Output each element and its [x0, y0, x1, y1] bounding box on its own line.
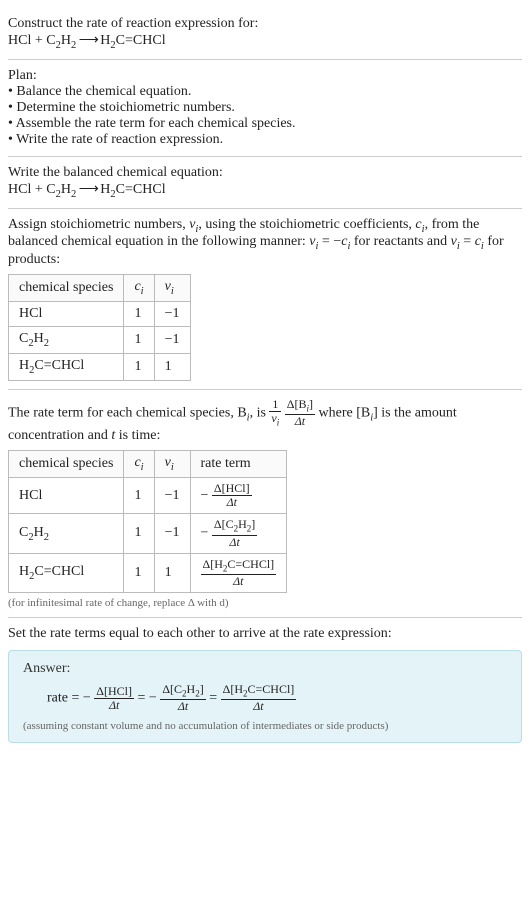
col-nui: νi — [154, 275, 190, 302]
answer-expression: rate = − Δ[HCl] Δt = − Δ[C2H2] Δt = Δ[H2… — [23, 683, 507, 713]
stoich-intro: Assign stoichiometric numbers, νi, using… — [8, 217, 522, 269]
col-ci: ci — [124, 275, 154, 302]
fraction: Δ[H2C=CHCl] Δt — [201, 558, 277, 588]
balanced-equation: HCl + C2H2 ⟶ H2C=CHCl — [8, 181, 522, 200]
stoich-table: chemical species ci νi HCl 1 −1 C2H2 1 −… — [8, 274, 191, 380]
plan-item: • Balance the chemical equation. — [8, 84, 522, 100]
rate-term-note: (for infinitesimal rate of change, repla… — [8, 597, 522, 609]
balanced-heading: Write the balanced chemical equation: — [8, 165, 522, 181]
rate-term-table: chemical species ci νi rate term HCl 1 −… — [8, 450, 287, 593]
fraction: Δ[HCl] Δt — [94, 685, 134, 712]
table-row: H2C=CHCl 1 1 Δ[H2C=CHCl] Δt — [9, 553, 287, 592]
species-h2cchcl: H2C=CHCl — [100, 33, 165, 48]
plan-item: • Write the rate of reaction expression. — [8, 132, 522, 148]
table-header-row: chemical species ci νi — [9, 275, 191, 302]
species-hcl: HCl — [8, 33, 31, 48]
table-row: C2H2 1 −1 — [9, 326, 191, 353]
balanced-section: Write the balanced chemical equation: HC… — [8, 157, 522, 209]
arrow-icon: ⟶ — [76, 182, 100, 197]
fraction: Δ[Bi] Δt — [285, 398, 315, 428]
prompt-title: Construct the rate of reaction expressio… — [8, 16, 522, 32]
table-row: H2C=CHCl 1 1 — [9, 353, 191, 380]
fraction: Δ[H2C=CHCl] Δt — [221, 683, 297, 713]
prompt-section: Construct the rate of reaction expressio… — [8, 8, 522, 60]
answer-assumption: (assuming constant volume and no accumul… — [23, 720, 507, 732]
stoich-section: Assign stoichiometric numbers, νi, using… — [8, 209, 522, 390]
rate-term-section: The rate term for each chemical species,… — [8, 390, 522, 619]
table-row: HCl 1 −1 — [9, 301, 191, 326]
table-row: C2H2 1 −1 − Δ[C2H2] Δt — [9, 514, 287, 553]
plan-item: • Determine the stoichiometric numbers. — [8, 100, 522, 116]
fraction: Δ[C2H2] Δt — [160, 683, 205, 713]
species-c2h2: C2H2 — [46, 33, 76, 48]
table-header-row: chemical species ci νi rate term — [9, 451, 287, 478]
final-heading: Set the rate terms equal to each other t… — [8, 626, 522, 642]
fraction: Δ[HCl] Δt — [212, 482, 252, 509]
answer-box: Answer: rate = − Δ[HCl] Δt = − Δ[C2H2] Δ… — [8, 650, 522, 742]
table-row: HCl 1 −1 − Δ[HCl] Δt — [9, 477, 287, 513]
plan-item: • Assemble the rate term for each chemic… — [8, 116, 522, 132]
final-section: Set the rate terms equal to each other t… — [8, 618, 522, 750]
col-species: chemical species — [9, 275, 124, 302]
plan-heading: Plan: — [8, 68, 522, 84]
arrow-icon: ⟶ — [76, 33, 100, 48]
plan-section: Plan: • Balance the chemical equation. •… — [8, 60, 522, 157]
fraction: Δ[C2H2] Δt — [212, 518, 257, 548]
reaction-equation: HCl + C2H2 ⟶ H2C=CHCl — [8, 32, 522, 51]
rate-term-intro: The rate term for each chemical species,… — [8, 398, 522, 444]
answer-label: Answer: — [23, 661, 507, 677]
fraction: 1 νi — [269, 398, 281, 428]
